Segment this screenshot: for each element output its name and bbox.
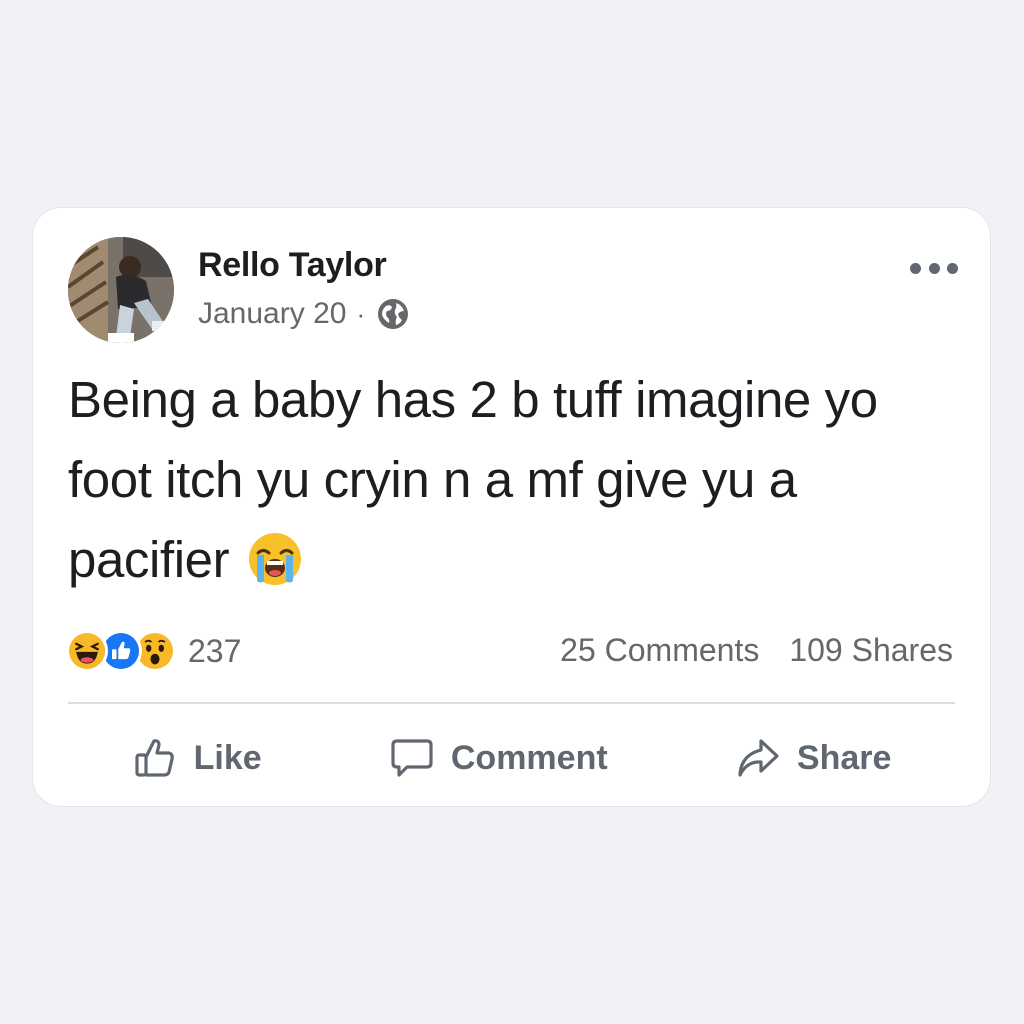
action-bar: Like Comment Share [68, 728, 955, 788]
like-button[interactable]: Like [132, 735, 262, 781]
share-label: Share [796, 738, 892, 777]
comment-bubble-icon [391, 739, 433, 777]
reaction-count: 237 [188, 632, 242, 669]
more-options-button[interactable] [910, 256, 958, 280]
haha-icon [66, 630, 108, 672]
shares-count[interactable]: 109 Shares [789, 632, 953, 669]
divider [68, 702, 955, 704]
post-card: Rello Taylor January 20 · Being a baby h… [33, 208, 990, 806]
author-avatar[interactable] [68, 237, 174, 343]
meta-separator: · [356, 298, 366, 329]
globe-icon [377, 298, 409, 330]
post-text: Being a baby has 2 b tuff imagine yo foo… [68, 371, 878, 588]
share-button[interactable]: Share [735, 735, 892, 781]
share-arrow-icon [738, 739, 779, 777]
comment-label: Comment [450, 738, 608, 777]
post-body: Being a baby has 2 b tuff imagine yo foo… [68, 360, 948, 600]
reaction-summary[interactable]: 237 [66, 628, 241, 674]
more-dot [928, 262, 940, 274]
more-dot [910, 262, 921, 274]
post-meta: January 20 · [198, 294, 409, 334]
engagement-stats: 25 Comments 109 Shares [560, 632, 953, 669]
author-name[interactable]: Rello Taylor [198, 246, 387, 285]
loudly-crying-face-icon [247, 530, 303, 586]
comment-button[interactable]: Comment [389, 735, 608, 781]
like-label: Like [193, 738, 262, 777]
more-dot [947, 262, 958, 274]
comments-count[interactable]: 25 Comments [560, 632, 759, 669]
thumbs-up-icon [135, 739, 174, 777]
post-date[interactable]: January 20 [198, 297, 346, 331]
